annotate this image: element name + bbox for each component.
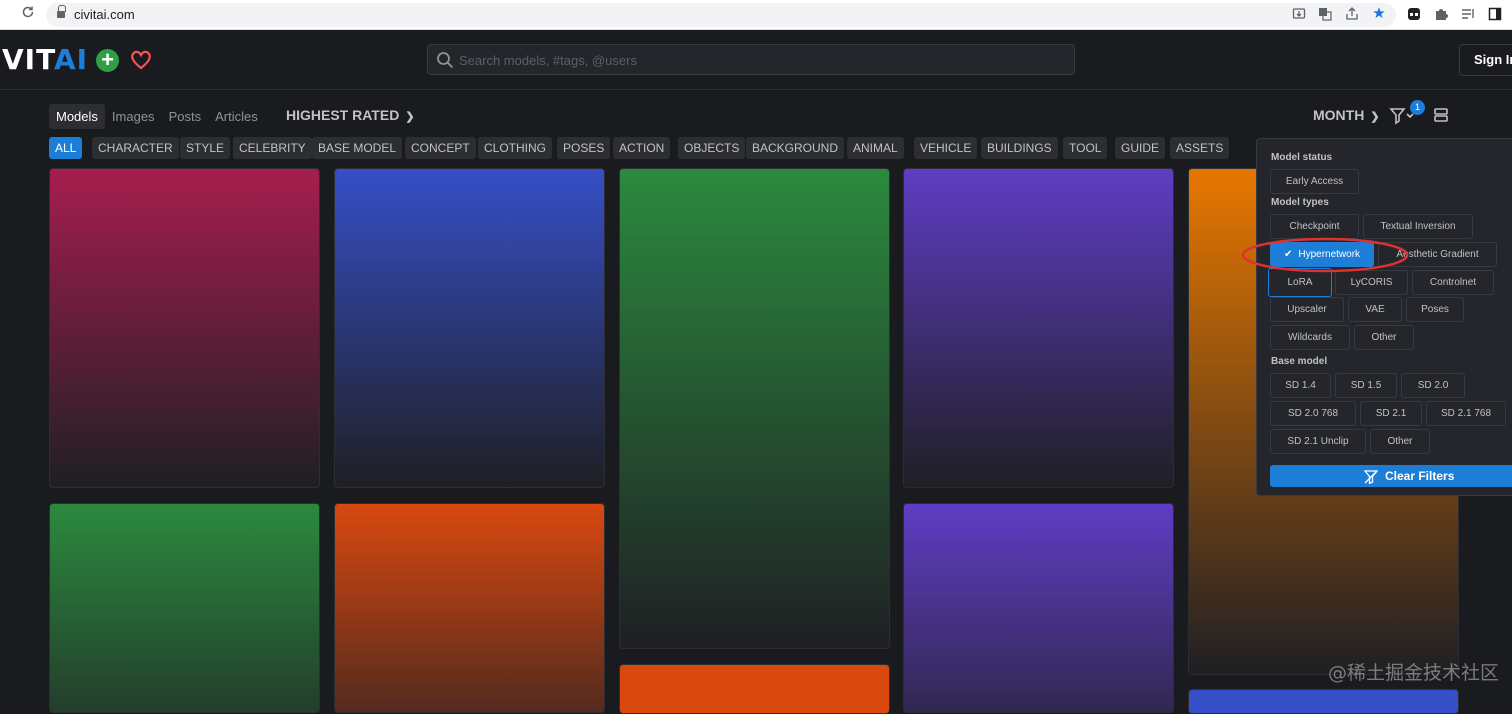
model-card[interactable] bbox=[619, 168, 890, 649]
model-status-heading: Model status bbox=[1271, 152, 1333, 163]
tag-vehicle[interactable]: VEHICLE bbox=[914, 137, 978, 159]
sort-label: HIGHEST RATED bbox=[286, 107, 400, 123]
chip-sd-2-1-unclip[interactable]: SD 2.1 Unclip bbox=[1270, 429, 1366, 454]
chip-upscaler[interactable]: Upscaler bbox=[1270, 297, 1344, 322]
forward-icon[interactable]: › bbox=[0, 6, 1, 22]
tag-animal[interactable]: ANIMAL bbox=[847, 137, 904, 159]
tab-models[interactable]: Models bbox=[49, 104, 105, 129]
layout-toggle-icon[interactable] bbox=[1433, 107, 1449, 128]
tag-tool[interactable]: TOOL bbox=[1063, 137, 1108, 159]
chip-lycoris[interactable]: LyCORIS bbox=[1335, 270, 1408, 295]
tag-assets[interactable]: ASSETS bbox=[1170, 137, 1230, 159]
tag-character[interactable]: CHARACTER bbox=[92, 137, 179, 159]
chip-sd-1-4[interactable]: SD 1.4 bbox=[1270, 373, 1331, 398]
chip-hypernetwork[interactable]: ✔ Hypernetwork bbox=[1270, 242, 1374, 267]
puzzle-icon[interactable] bbox=[1434, 7, 1448, 21]
base-model-heading: Base model bbox=[1271, 356, 1328, 367]
lock-icon bbox=[57, 5, 66, 19]
watermark-text: @稀土掘金技术社区 bbox=[1328, 662, 1500, 684]
chip-other-type[interactable]: Other bbox=[1354, 325, 1414, 350]
tag-poses[interactable]: POSES bbox=[557, 137, 611, 159]
tag-celebrity[interactable]: CELEBRITY bbox=[233, 137, 312, 159]
site-header: VITAI + Sign In bbox=[0, 30, 1512, 90]
tag-style[interactable]: STYLE bbox=[180, 137, 231, 159]
tab-articles[interactable]: Articles bbox=[208, 104, 265, 129]
search-input[interactable] bbox=[459, 51, 1059, 69]
address-bar[interactable]: civitai.com bbox=[46, 3, 1396, 27]
chip-hypernetwork-label: Hypernetwork bbox=[1298, 249, 1361, 260]
browser-toolbar: › civitai.com ★ bbox=[0, 0, 1512, 30]
chip-sd-2-1[interactable]: SD 2.1 bbox=[1360, 401, 1422, 426]
content-type-switch: Models Images Posts Articles bbox=[49, 104, 265, 129]
chip-early-access[interactable]: Early Access bbox=[1270, 169, 1359, 194]
chip-other-base[interactable]: Other bbox=[1370, 429, 1430, 454]
model-card[interactable] bbox=[334, 503, 605, 713]
filter-off-icon bbox=[1363, 469, 1379, 491]
chip-sd-2-0-768[interactable]: SD 2.0 768 bbox=[1270, 401, 1356, 426]
upload-plus-icon[interactable]: + bbox=[96, 49, 119, 72]
chip-lora[interactable]: LoRA bbox=[1268, 268, 1332, 297]
clear-filters-button[interactable]: Clear Filters bbox=[1270, 465, 1512, 487]
sidebar-icon[interactable] bbox=[1488, 7, 1502, 21]
sign-in-button[interactable]: Sign In bbox=[1459, 44, 1512, 76]
chevron-down-icon: ❯ bbox=[405, 111, 415, 123]
civitai-logo[interactable]: VITAI bbox=[2, 45, 88, 75]
extension-icon[interactable] bbox=[1407, 7, 1421, 21]
url-text: civitai.com bbox=[74, 7, 135, 22]
reload-icon[interactable] bbox=[21, 5, 35, 22]
filter-panel: Model status Early Access Model types Ch… bbox=[1256, 138, 1512, 496]
model-card[interactable] bbox=[619, 664, 890, 714]
tag-guide[interactable]: GUIDE bbox=[1115, 137, 1166, 159]
period-label: MONTH bbox=[1313, 107, 1365, 123]
tag-clothing[interactable]: CLOTHING bbox=[478, 137, 553, 159]
star-icon[interactable]: ★ bbox=[1372, 6, 1386, 21]
model-card[interactable] bbox=[49, 168, 320, 488]
chip-controlnet[interactable]: Controlnet bbox=[1412, 270, 1494, 295]
chip-sd-1-5[interactable]: SD 1.5 bbox=[1335, 373, 1397, 398]
model-card[interactable] bbox=[334, 168, 605, 488]
tag-all[interactable]: ALL bbox=[49, 137, 83, 159]
clear-filters-label: Clear Filters bbox=[1385, 469, 1455, 483]
tag-concept[interactable]: CONCEPT bbox=[405, 137, 476, 159]
filter-count-badge: 1 bbox=[1410, 100, 1425, 115]
chip-checkpoint[interactable]: Checkpoint bbox=[1270, 214, 1359, 239]
search-icon bbox=[436, 51, 454, 74]
chevron-down-icon: ❯ bbox=[1370, 111, 1380, 123]
tab-posts[interactable]: Posts bbox=[162, 104, 209, 129]
model-card[interactable] bbox=[903, 168, 1174, 488]
sort-dropdown[interactable]: HIGHEST RATED ❯ bbox=[286, 107, 415, 123]
period-dropdown[interactable]: MONTH ❯ bbox=[1313, 107, 1380, 123]
tab-images[interactable]: Images bbox=[105, 104, 162, 129]
model-card[interactable] bbox=[903, 503, 1174, 713]
tag-base-model[interactable]: BASE MODEL bbox=[312, 137, 403, 159]
tag-background[interactable]: BACKGROUND bbox=[746, 137, 845, 159]
search-box[interactable] bbox=[427, 44, 1075, 75]
install-icon[interactable] bbox=[1292, 7, 1306, 21]
chip-aesthetic-gradient[interactable]: Aesthetic Gradient bbox=[1378, 242, 1497, 267]
tag-action[interactable]: ACTION bbox=[613, 137, 671, 159]
filter-icon bbox=[1389, 108, 1406, 125]
chip-vae[interactable]: VAE bbox=[1348, 297, 1402, 322]
chip-sd-2-0[interactable]: SD 2.0 bbox=[1401, 373, 1465, 398]
chip-poses[interactable]: Poses bbox=[1406, 297, 1464, 322]
model-types-heading: Model types bbox=[1271, 197, 1329, 208]
reading-list-icon[interactable] bbox=[1461, 7, 1475, 21]
check-icon: ✔ bbox=[1283, 249, 1293, 260]
support-heart-icon[interactable] bbox=[130, 50, 152, 75]
tag-buildings[interactable]: BUILDINGS bbox=[981, 137, 1058, 159]
chip-textual-inversion[interactable]: Textual Inversion bbox=[1363, 214, 1473, 239]
translate-icon[interactable] bbox=[1318, 7, 1332, 21]
tag-objects[interactable]: OBJECTS bbox=[678, 137, 746, 159]
share-icon[interactable] bbox=[1345, 7, 1359, 21]
model-card[interactable] bbox=[49, 503, 320, 713]
chip-sd-2-1-768[interactable]: SD 2.1 768 bbox=[1426, 401, 1506, 426]
chip-wildcards[interactable]: Wildcards bbox=[1270, 325, 1350, 350]
